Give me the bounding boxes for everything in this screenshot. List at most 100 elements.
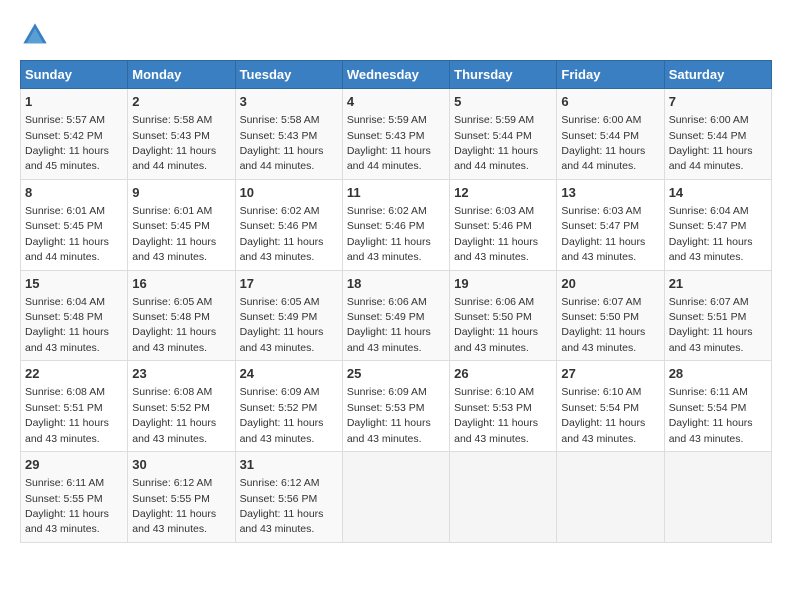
day-number: 8 bbox=[25, 184, 123, 202]
calendar-header-row: SundayMondayTuesdayWednesdayThursdayFrid… bbox=[21, 61, 772, 89]
sunrise-text: Sunrise: 6:09 AMSunset: 5:52 PMDaylight:… bbox=[240, 386, 324, 444]
calendar-cell: 2 Sunrise: 5:58 AMSunset: 5:43 PMDayligh… bbox=[128, 89, 235, 180]
day-number: 16 bbox=[132, 275, 230, 293]
header-friday: Friday bbox=[557, 61, 664, 89]
calendar-cell: 8 Sunrise: 6:01 AMSunset: 5:45 PMDayligh… bbox=[21, 179, 128, 270]
header-wednesday: Wednesday bbox=[342, 61, 449, 89]
day-number: 2 bbox=[132, 93, 230, 111]
day-number: 4 bbox=[347, 93, 445, 111]
calendar-cell: 6 Sunrise: 6:00 AMSunset: 5:44 PMDayligh… bbox=[557, 89, 664, 180]
calendar-week-2: 8 Sunrise: 6:01 AMSunset: 5:45 PMDayligh… bbox=[21, 179, 772, 270]
calendar-cell bbox=[664, 452, 771, 543]
calendar-cell: 21 Sunrise: 6:07 AMSunset: 5:51 PMDaylig… bbox=[664, 270, 771, 361]
day-number: 19 bbox=[454, 275, 552, 293]
day-number: 23 bbox=[132, 365, 230, 383]
day-number: 13 bbox=[561, 184, 659, 202]
calendar-table: SundayMondayTuesdayWednesdayThursdayFrid… bbox=[20, 60, 772, 543]
day-number: 18 bbox=[347, 275, 445, 293]
sunrise-text: Sunrise: 6:05 AMSunset: 5:49 PMDaylight:… bbox=[240, 296, 324, 354]
calendar-cell: 22 Sunrise: 6:08 AMSunset: 5:51 PMDaylig… bbox=[21, 361, 128, 452]
calendar-cell: 28 Sunrise: 6:11 AMSunset: 5:54 PMDaylig… bbox=[664, 361, 771, 452]
calendar-week-3: 15 Sunrise: 6:04 AMSunset: 5:48 PMDaylig… bbox=[21, 270, 772, 361]
calendar-cell: 12 Sunrise: 6:03 AMSunset: 5:46 PMDaylig… bbox=[450, 179, 557, 270]
calendar-cell: 31 Sunrise: 6:12 AMSunset: 5:56 PMDaylig… bbox=[235, 452, 342, 543]
sunrise-text: Sunrise: 6:07 AMSunset: 5:50 PMDaylight:… bbox=[561, 296, 645, 354]
sunrise-text: Sunrise: 5:57 AMSunset: 5:42 PMDaylight:… bbox=[25, 114, 109, 172]
calendar-cell: 18 Sunrise: 6:06 AMSunset: 5:49 PMDaylig… bbox=[342, 270, 449, 361]
sunrise-text: Sunrise: 6:02 AMSunset: 5:46 PMDaylight:… bbox=[347, 205, 431, 263]
day-number: 12 bbox=[454, 184, 552, 202]
calendar-cell: 24 Sunrise: 6:09 AMSunset: 5:52 PMDaylig… bbox=[235, 361, 342, 452]
sunrise-text: Sunrise: 5:58 AMSunset: 5:43 PMDaylight:… bbox=[240, 114, 324, 172]
calendar-cell: 17 Sunrise: 6:05 AMSunset: 5:49 PMDaylig… bbox=[235, 270, 342, 361]
calendar-cell: 13 Sunrise: 6:03 AMSunset: 5:47 PMDaylig… bbox=[557, 179, 664, 270]
sunrise-text: Sunrise: 5:58 AMSunset: 5:43 PMDaylight:… bbox=[132, 114, 216, 172]
calendar-week-5: 29 Sunrise: 6:11 AMSunset: 5:55 PMDaylig… bbox=[21, 452, 772, 543]
sunrise-text: Sunrise: 6:11 AMSunset: 5:55 PMDaylight:… bbox=[25, 477, 109, 535]
calendar-cell: 23 Sunrise: 6:08 AMSunset: 5:52 PMDaylig… bbox=[128, 361, 235, 452]
calendar-week-1: 1 Sunrise: 5:57 AMSunset: 5:42 PMDayligh… bbox=[21, 89, 772, 180]
header-tuesday: Tuesday bbox=[235, 61, 342, 89]
day-number: 25 bbox=[347, 365, 445, 383]
day-number: 11 bbox=[347, 184, 445, 202]
day-number: 31 bbox=[240, 456, 338, 474]
calendar-cell: 15 Sunrise: 6:04 AMSunset: 5:48 PMDaylig… bbox=[21, 270, 128, 361]
page-header bbox=[20, 20, 772, 50]
day-number: 21 bbox=[669, 275, 767, 293]
sunrise-text: Sunrise: 6:08 AMSunset: 5:52 PMDaylight:… bbox=[132, 386, 216, 444]
calendar-cell: 20 Sunrise: 6:07 AMSunset: 5:50 PMDaylig… bbox=[557, 270, 664, 361]
logo-icon bbox=[20, 20, 50, 50]
day-number: 17 bbox=[240, 275, 338, 293]
sunrise-text: Sunrise: 5:59 AMSunset: 5:43 PMDaylight:… bbox=[347, 114, 431, 172]
day-number: 30 bbox=[132, 456, 230, 474]
day-number: 7 bbox=[669, 93, 767, 111]
header-saturday: Saturday bbox=[664, 61, 771, 89]
day-number: 1 bbox=[25, 93, 123, 111]
day-number: 3 bbox=[240, 93, 338, 111]
sunrise-text: Sunrise: 6:00 AMSunset: 5:44 PMDaylight:… bbox=[669, 114, 753, 172]
day-number: 29 bbox=[25, 456, 123, 474]
day-number: 22 bbox=[25, 365, 123, 383]
calendar-cell: 9 Sunrise: 6:01 AMSunset: 5:45 PMDayligh… bbox=[128, 179, 235, 270]
calendar-cell bbox=[557, 452, 664, 543]
calendar-cell: 11 Sunrise: 6:02 AMSunset: 5:46 PMDaylig… bbox=[342, 179, 449, 270]
day-number: 20 bbox=[561, 275, 659, 293]
day-number: 15 bbox=[25, 275, 123, 293]
calendar-cell: 25 Sunrise: 6:09 AMSunset: 5:53 PMDaylig… bbox=[342, 361, 449, 452]
day-number: 5 bbox=[454, 93, 552, 111]
calendar-cell: 27 Sunrise: 6:10 AMSunset: 5:54 PMDaylig… bbox=[557, 361, 664, 452]
day-number: 24 bbox=[240, 365, 338, 383]
header-sunday: Sunday bbox=[21, 61, 128, 89]
header-monday: Monday bbox=[128, 61, 235, 89]
day-number: 14 bbox=[669, 184, 767, 202]
calendar-cell: 19 Sunrise: 6:06 AMSunset: 5:50 PMDaylig… bbox=[450, 270, 557, 361]
sunrise-text: Sunrise: 6:02 AMSunset: 5:46 PMDaylight:… bbox=[240, 205, 324, 263]
day-number: 6 bbox=[561, 93, 659, 111]
header-thursday: Thursday bbox=[450, 61, 557, 89]
calendar-cell bbox=[450, 452, 557, 543]
sunrise-text: Sunrise: 6:12 AMSunset: 5:56 PMDaylight:… bbox=[240, 477, 324, 535]
calendar-cell: 30 Sunrise: 6:12 AMSunset: 5:55 PMDaylig… bbox=[128, 452, 235, 543]
sunrise-text: Sunrise: 6:00 AMSunset: 5:44 PMDaylight:… bbox=[561, 114, 645, 172]
sunrise-text: Sunrise: 6:06 AMSunset: 5:49 PMDaylight:… bbox=[347, 296, 431, 354]
sunrise-text: Sunrise: 6:08 AMSunset: 5:51 PMDaylight:… bbox=[25, 386, 109, 444]
calendar-cell: 16 Sunrise: 6:05 AMSunset: 5:48 PMDaylig… bbox=[128, 270, 235, 361]
sunrise-text: Sunrise: 6:10 AMSunset: 5:53 PMDaylight:… bbox=[454, 386, 538, 444]
sunrise-text: Sunrise: 6:09 AMSunset: 5:53 PMDaylight:… bbox=[347, 386, 431, 444]
calendar-cell: 26 Sunrise: 6:10 AMSunset: 5:53 PMDaylig… bbox=[450, 361, 557, 452]
calendar-cell bbox=[342, 452, 449, 543]
sunrise-text: Sunrise: 6:12 AMSunset: 5:55 PMDaylight:… bbox=[132, 477, 216, 535]
sunrise-text: Sunrise: 6:06 AMSunset: 5:50 PMDaylight:… bbox=[454, 296, 538, 354]
day-number: 10 bbox=[240, 184, 338, 202]
sunrise-text: Sunrise: 6:04 AMSunset: 5:47 PMDaylight:… bbox=[669, 205, 753, 263]
sunrise-text: Sunrise: 6:01 AMSunset: 5:45 PMDaylight:… bbox=[25, 205, 109, 263]
day-number: 9 bbox=[132, 184, 230, 202]
sunrise-text: Sunrise: 6:03 AMSunset: 5:46 PMDaylight:… bbox=[454, 205, 538, 263]
calendar-cell: 1 Sunrise: 5:57 AMSunset: 5:42 PMDayligh… bbox=[21, 89, 128, 180]
calendar-cell: 3 Sunrise: 5:58 AMSunset: 5:43 PMDayligh… bbox=[235, 89, 342, 180]
day-number: 26 bbox=[454, 365, 552, 383]
sunrise-text: Sunrise: 6:04 AMSunset: 5:48 PMDaylight:… bbox=[25, 296, 109, 354]
sunrise-text: Sunrise: 6:01 AMSunset: 5:45 PMDaylight:… bbox=[132, 205, 216, 263]
calendar-cell: 5 Sunrise: 5:59 AMSunset: 5:44 PMDayligh… bbox=[450, 89, 557, 180]
calendar-week-4: 22 Sunrise: 6:08 AMSunset: 5:51 PMDaylig… bbox=[21, 361, 772, 452]
